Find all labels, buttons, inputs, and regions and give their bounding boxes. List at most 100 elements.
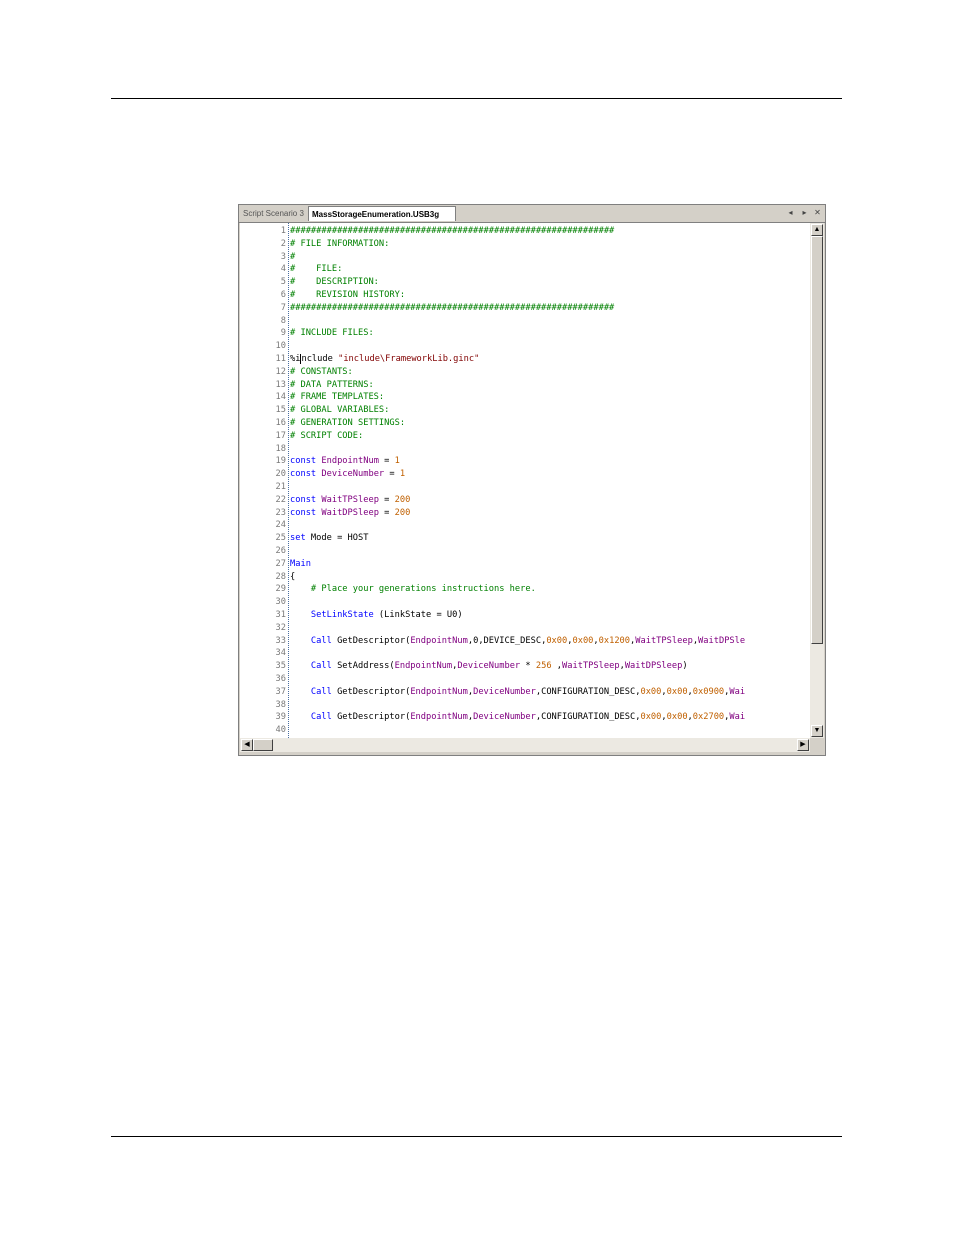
code-token: (LinkState = U0): [373, 610, 463, 620]
code-line[interactable]: 31 SetLinkState (LinkState = U0): [240, 609, 810, 622]
code-token: # FILE INFORMATION:: [290, 238, 390, 249]
code-token: 0x00: [640, 712, 662, 723]
code-text: #: [290, 251, 295, 264]
code-line[interactable]: 21: [240, 481, 810, 494]
code-token: Call: [310, 712, 332, 723]
line-number: 20: [275, 469, 286, 480]
code-token: # CONSTANTS:: [290, 366, 353, 377]
code-line[interactable]: 19 const EndpointNum = 1: [240, 455, 810, 468]
scroll-right-icon[interactable]: ▶: [797, 739, 809, 751]
scroll-up-icon[interactable]: ▲: [811, 224, 823, 236]
close-icon[interactable]: ✕: [812, 207, 823, 219]
code-line[interactable]: 24: [240, 519, 810, 532]
code-token: # FRAME TEMPLATES:: [290, 392, 385, 403]
line-number: 10: [275, 341, 286, 352]
script-editor-window: Script Scenario 3 MassStorageEnumeration…: [238, 204, 826, 756]
code-line[interactable]: 8: [240, 315, 810, 328]
code-line[interactable]: 12 # CONSTANTS:: [240, 366, 810, 379]
code-token: 0x00: [546, 635, 568, 646]
code-line[interactable]: 37 Call GetDescriptor(EndpointNum,Device…: [240, 686, 810, 699]
code-token: # GLOBAL VARIABLES:: [290, 405, 390, 416]
code-token: WaitTPSleep: [321, 494, 379, 505]
line-number: 1: [280, 226, 286, 236]
line-number: 4: [280, 264, 286, 275]
vertical-scroll-thumb[interactable]: [811, 236, 823, 644]
line-number: 9: [280, 328, 286, 339]
code-token: # GENERATION SETTINGS:: [290, 418, 406, 428]
code-text: # INCLUDE FILES:: [290, 327, 374, 340]
line-number: 23: [275, 507, 286, 518]
code-token: DeviceNumber: [321, 469, 385, 480]
line-number: 37: [275, 686, 286, 697]
code-token: # SCRIPT CODE:: [290, 430, 364, 441]
code-line[interactable]: 22 const WaitTPSleep = 200: [240, 494, 810, 507]
code-line[interactable]: 36: [240, 673, 810, 686]
code-token: Wai: [729, 686, 746, 697]
code-line[interactable]: 2 # FILE INFORMATION:: [240, 238, 810, 251]
code-line[interactable]: 27 Main: [240, 558, 810, 571]
code-token: 0x1200: [598, 635, 631, 646]
line-number: 18: [275, 443, 286, 454]
line-number: 29: [275, 584, 286, 595]
code-line[interactable]: 25 set Mode = HOST: [240, 532, 810, 545]
code-token: ): [682, 661, 688, 672]
line-number: 19: [275, 456, 286, 467]
code-token: 0x00: [640, 686, 662, 697]
code-line[interactable]: 16 # GENERATION SETTINGS:: [240, 417, 810, 430]
code-line[interactable]: 1 #######################################…: [240, 225, 810, 238]
code-line[interactable]: 23 const WaitDPSleep = 200: [240, 507, 810, 520]
code-line[interactable]: 35 Call SetAddress(EndpointNum, DeviceNum…: [240, 660, 810, 673]
line-number: 6: [280, 290, 286, 300]
code-line[interactable]: 30: [240, 596, 810, 609]
code-line[interactable]: 11 %include "include\FrameworkLib.ginc": [240, 353, 810, 366]
code-line[interactable]: 10: [240, 340, 810, 353]
code-line[interactable]: 28 {: [240, 571, 810, 584]
code-line[interactable]: 18: [240, 443, 810, 456]
code-line[interactable]: 15 # GLOBAL VARIABLES:: [240, 404, 810, 417]
code-line[interactable]: 33 Call GetDescriptor(EndpointNum,0,DEVI…: [240, 635, 810, 648]
code-line[interactable]: 13 # DATA PATTERNS:: [240, 379, 810, 392]
code-line[interactable]: 29 # Place your generations instructions…: [240, 583, 810, 596]
code-token: Wai: [729, 712, 746, 723]
code-text: %include "include\FrameworkLib.ginc": [290, 353, 479, 366]
code-line[interactable]: 7 #######################################…: [240, 302, 810, 315]
code-line[interactable]: 39 Call GetDescriptor(EndpointNum,Device…: [240, 711, 810, 724]
code-line[interactable]: 6 # REVISION HISTORY:: [240, 289, 810, 302]
code-token: # DESCRIPTION:: [290, 277, 379, 288]
code-token: #: [290, 251, 296, 262]
line-number: 17: [275, 430, 286, 441]
tab-prev-icon[interactable]: ◂: [785, 207, 796, 219]
code-token: WaitTPSleep: [562, 661, 620, 672]
code-token: {: [290, 571, 296, 582]
code-token: ########################################…: [290, 226, 615, 236]
horizontal-scroll-thumb[interactable]: [253, 739, 273, 751]
code-line[interactable]: 26: [240, 545, 810, 558]
code-line[interactable]: 5 # DESCRIPTION:: [240, 276, 810, 289]
code-line[interactable]: 34: [240, 647, 810, 660]
code-line[interactable]: 9 # INCLUDE FILES:: [240, 327, 810, 340]
tab-mass-storage-enumeration[interactable]: MassStorageEnumeration.USB3g: [308, 206, 456, 221]
code-text: # SCRIPT CODE:: [290, 430, 363, 443]
vertical-scrollbar[interactable]: ▲ ▼: [810, 223, 824, 738]
code-line[interactable]: 20 const DeviceNumber = 1: [240, 468, 810, 481]
scroll-down-icon[interactable]: ▼: [811, 725, 823, 737]
tab-script-scenario-3[interactable]: Script Scenario 3: [240, 206, 308, 221]
code-line[interactable]: 40: [240, 724, 810, 737]
code-line[interactable]: 17 # SCRIPT CODE:: [240, 430, 810, 443]
code-line[interactable]: 32: [240, 622, 810, 635]
code-token: DeviceNumber: [473, 712, 536, 723]
code-line[interactable]: 14 # FRAME TEMPLATES:: [240, 391, 810, 404]
code-line[interactable]: 4 # FILE:: [240, 263, 810, 276]
code-text: const WaitTPSleep = 200: [290, 494, 410, 507]
scroll-left-icon[interactable]: ◀: [241, 739, 253, 751]
code-token: EndpointNum: [321, 456, 379, 467]
code-token: =: [378, 494, 395, 505]
code-token: ########################################…: [290, 302, 615, 313]
code-line[interactable]: 38: [240, 699, 810, 712]
code-token: *: [520, 661, 536, 672]
code-editor[interactable]: 1 #######################################…: [240, 223, 810, 738]
code-line[interactable]: 3 #: [240, 251, 810, 264]
tab-next-icon[interactable]: ▸: [799, 207, 810, 219]
horizontal-scrollbar[interactable]: ◀ ▶: [240, 738, 810, 752]
